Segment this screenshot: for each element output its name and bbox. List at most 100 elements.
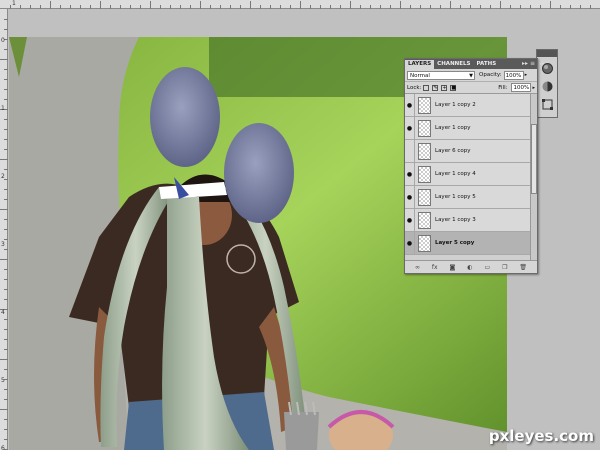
lock-position-icon[interactable]: +: [441, 84, 448, 91]
styles-icon[interactable]: [540, 61, 554, 75]
dock-header[interactable]: ◂◂ ✕: [537, 50, 557, 67]
ruler-tick: [90, 5, 91, 9]
ruler-number: 3: [1, 241, 5, 248]
layer-row[interactable]: ● Layer 5 copy: [405, 231, 537, 255]
blend-mode-value: Normal: [410, 72, 430, 79]
ruler-tick: [4, 169, 8, 170]
tab-paths[interactable]: PATHS: [474, 60, 500, 69]
lock-transparent-icon[interactable]: [423, 84, 430, 91]
panel-footer: ∞ fx ◙ ◐ ▭ ❐ 🗑: [405, 260, 537, 273]
fill-slider-icon[interactable]: ▸: [532, 85, 535, 91]
layer-row[interactable]: ● Layer 1 copy 3: [405, 208, 537, 232]
lock-label: Lock:: [407, 84, 422, 91]
trash-icon[interactable]: 🗑: [519, 264, 527, 271]
new-layer-icon[interactable]: ❐: [502, 264, 507, 271]
ruler-tick: [550, 1, 551, 9]
layer-row[interactable]: ● Layer 1 copy 4: [405, 162, 537, 186]
eye-icon[interactable]: ●: [405, 185, 415, 209]
fill-input[interactable]: 100%: [511, 83, 532, 92]
link-icon[interactable]: ∞: [415, 264, 420, 271]
eye-icon[interactable]: ●: [405, 208, 415, 232]
ruler-tick: [0, 59, 8, 60]
layer-row[interactable]: ● Layer 1 copy 2: [405, 94, 537, 117]
ruler-tick: [4, 269, 8, 270]
eye-icon[interactable]: ●: [405, 162, 415, 186]
ruler-tick: [4, 189, 8, 190]
ruler-tick: [210, 5, 211, 9]
ruler-tick: [370, 5, 371, 9]
scrollbar-thumb[interactable]: [531, 124, 537, 194]
ruler-tick: [4, 229, 8, 230]
eye-icon[interactable]: ●: [405, 116, 415, 140]
ruler-tick: [180, 5, 181, 9]
eye-icon[interactable]: ●: [405, 94, 415, 117]
adjustment-icon[interactable]: ◐: [467, 264, 472, 271]
ruler-tick: [4, 49, 8, 50]
layer-row[interactable]: Layer 6 copy: [405, 139, 537, 163]
ruler-tick: [4, 369, 8, 370]
ruler-tick: [4, 29, 8, 30]
chevron-down-icon: ▼: [469, 72, 473, 79]
layer-row[interactable]: ● Layer 1 copy: [405, 116, 537, 140]
ruler-tick: [80, 5, 81, 9]
adjustments-icon[interactable]: [540, 79, 554, 93]
opacity-label: Opacity:: [479, 72, 502, 78]
opacity-input[interactable]: 100%: [503, 70, 524, 80]
ruler-number: 0: [1, 37, 5, 44]
ruler-tick: [0, 159, 8, 160]
ruler-tick: [260, 5, 261, 9]
layer-thumbnail: [418, 96, 431, 114]
ruler-tick: [4, 339, 8, 340]
ruler-tick: [4, 349, 8, 350]
ruler-tick: [240, 5, 241, 9]
ruler-number: 6: [1, 445, 5, 450]
eye-icon[interactable]: [405, 139, 415, 163]
ruler-tick: [320, 5, 321, 9]
layer-thumbnail: [418, 119, 431, 137]
ruler-tick: [110, 5, 111, 9]
group-icon[interactable]: ▭: [484, 264, 490, 271]
panel-menu-icon[interactable]: ▸▸ ≡: [522, 60, 535, 67]
layer-thumbnail: [418, 142, 431, 160]
ruler-tick: [10, 5, 11, 9]
lock-all-icon[interactable]: ■: [450, 84, 457, 91]
ruler-tick: [470, 5, 471, 9]
ruler-tick: [20, 5, 21, 9]
eye-icon[interactable]: ●: [405, 231, 415, 255]
ruler-tick: [0, 409, 8, 410]
ruler-tick: [170, 5, 171, 9]
ruler-tick: [4, 389, 8, 390]
ruler-tick: [590, 5, 591, 9]
ruler-tick: [340, 5, 341, 9]
lock-image-icon[interactable]: ✎: [432, 84, 439, 91]
mask-icon[interactable]: ◙: [450, 264, 456, 271]
ruler-tick: [360, 5, 361, 9]
tab-layers[interactable]: LAYERS: [405, 60, 435, 69]
ruler-tick: [50, 1, 51, 9]
layer-name: Layer 1 copy 4: [435, 171, 476, 177]
ruler-tick: [4, 399, 8, 400]
ruler-tick: [4, 289, 8, 290]
blend-mode-select[interactable]: Normal ▼: [407, 70, 475, 80]
ruler-tick: [410, 5, 411, 9]
layer-name: Layer 1 copy 2: [435, 102, 476, 108]
top-ruler: 1: [0, 0, 600, 9]
layer-thumbnail: [418, 165, 431, 183]
left-ruler: 0 1 2 3 4 5 6: [0, 9, 8, 450]
ruler-tick: [450, 1, 451, 9]
layers-scrollbar[interactable]: [530, 94, 537, 260]
tab-channels[interactable]: CHANNELS: [434, 60, 473, 69]
ruler-tick: [490, 5, 491, 9]
ruler-tick: [380, 5, 381, 9]
transform-icon[interactable]: [540, 97, 554, 111]
ruler-tick: [4, 299, 8, 300]
ruler-tick: [570, 5, 571, 9]
ruler-number: 2: [1, 173, 5, 180]
layer-list: ● Layer 1 copy 2 ● Layer 1 copy Layer 6 copy…: [405, 94, 537, 260]
ruler-tick: [4, 69, 8, 70]
opacity-slider-icon[interactable]: ▸: [525, 72, 528, 78]
ruler-tick: [4, 119, 8, 120]
fx-icon[interactable]: fx: [432, 264, 438, 271]
ruler-tick: [290, 5, 291, 9]
layer-row[interactable]: ● Layer 1 copy 5: [405, 185, 537, 209]
